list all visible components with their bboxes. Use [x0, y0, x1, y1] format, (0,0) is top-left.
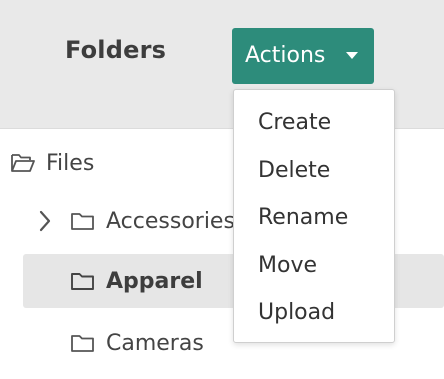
tree-node-label: Accessories [106, 208, 235, 234]
folder-open-icon [10, 152, 36, 174]
actions-button-label: Actions [245, 43, 326, 68]
folder-icon [70, 270, 96, 292]
tree-node-label: Cameras [106, 330, 204, 356]
menu-item-rename[interactable]: Rename [258, 205, 348, 230]
menu-item-create[interactable]: Create [258, 110, 331, 135]
folder-icon [70, 332, 96, 354]
caret-down-icon [346, 52, 358, 59]
menu-item-upload[interactable]: Upload [258, 300, 335, 325]
tree-node-files[interactable]: Files [10, 139, 94, 187]
page-title: Folders [65, 36, 167, 64]
menu-item-delete[interactable]: Delete [258, 158, 330, 183]
actions-dropdown-button[interactable]: Actions [232, 28, 374, 84]
tree-node-apparel[interactable]: Apparel [70, 257, 203, 305]
folder-icon [70, 210, 96, 232]
tree-node-cameras[interactable]: Cameras [70, 319, 204, 367]
tree-node-label: Apparel [106, 268, 203, 294]
chevron-right-icon[interactable] [38, 209, 52, 237]
tree-node-label: Files [46, 150, 95, 176]
tree-node-accessories[interactable]: Accessories [70, 197, 235, 245]
menu-item-move[interactable]: Move [258, 253, 317, 278]
actions-dropdown-menu: Create Delete Rename Move Upload [233, 89, 395, 343]
